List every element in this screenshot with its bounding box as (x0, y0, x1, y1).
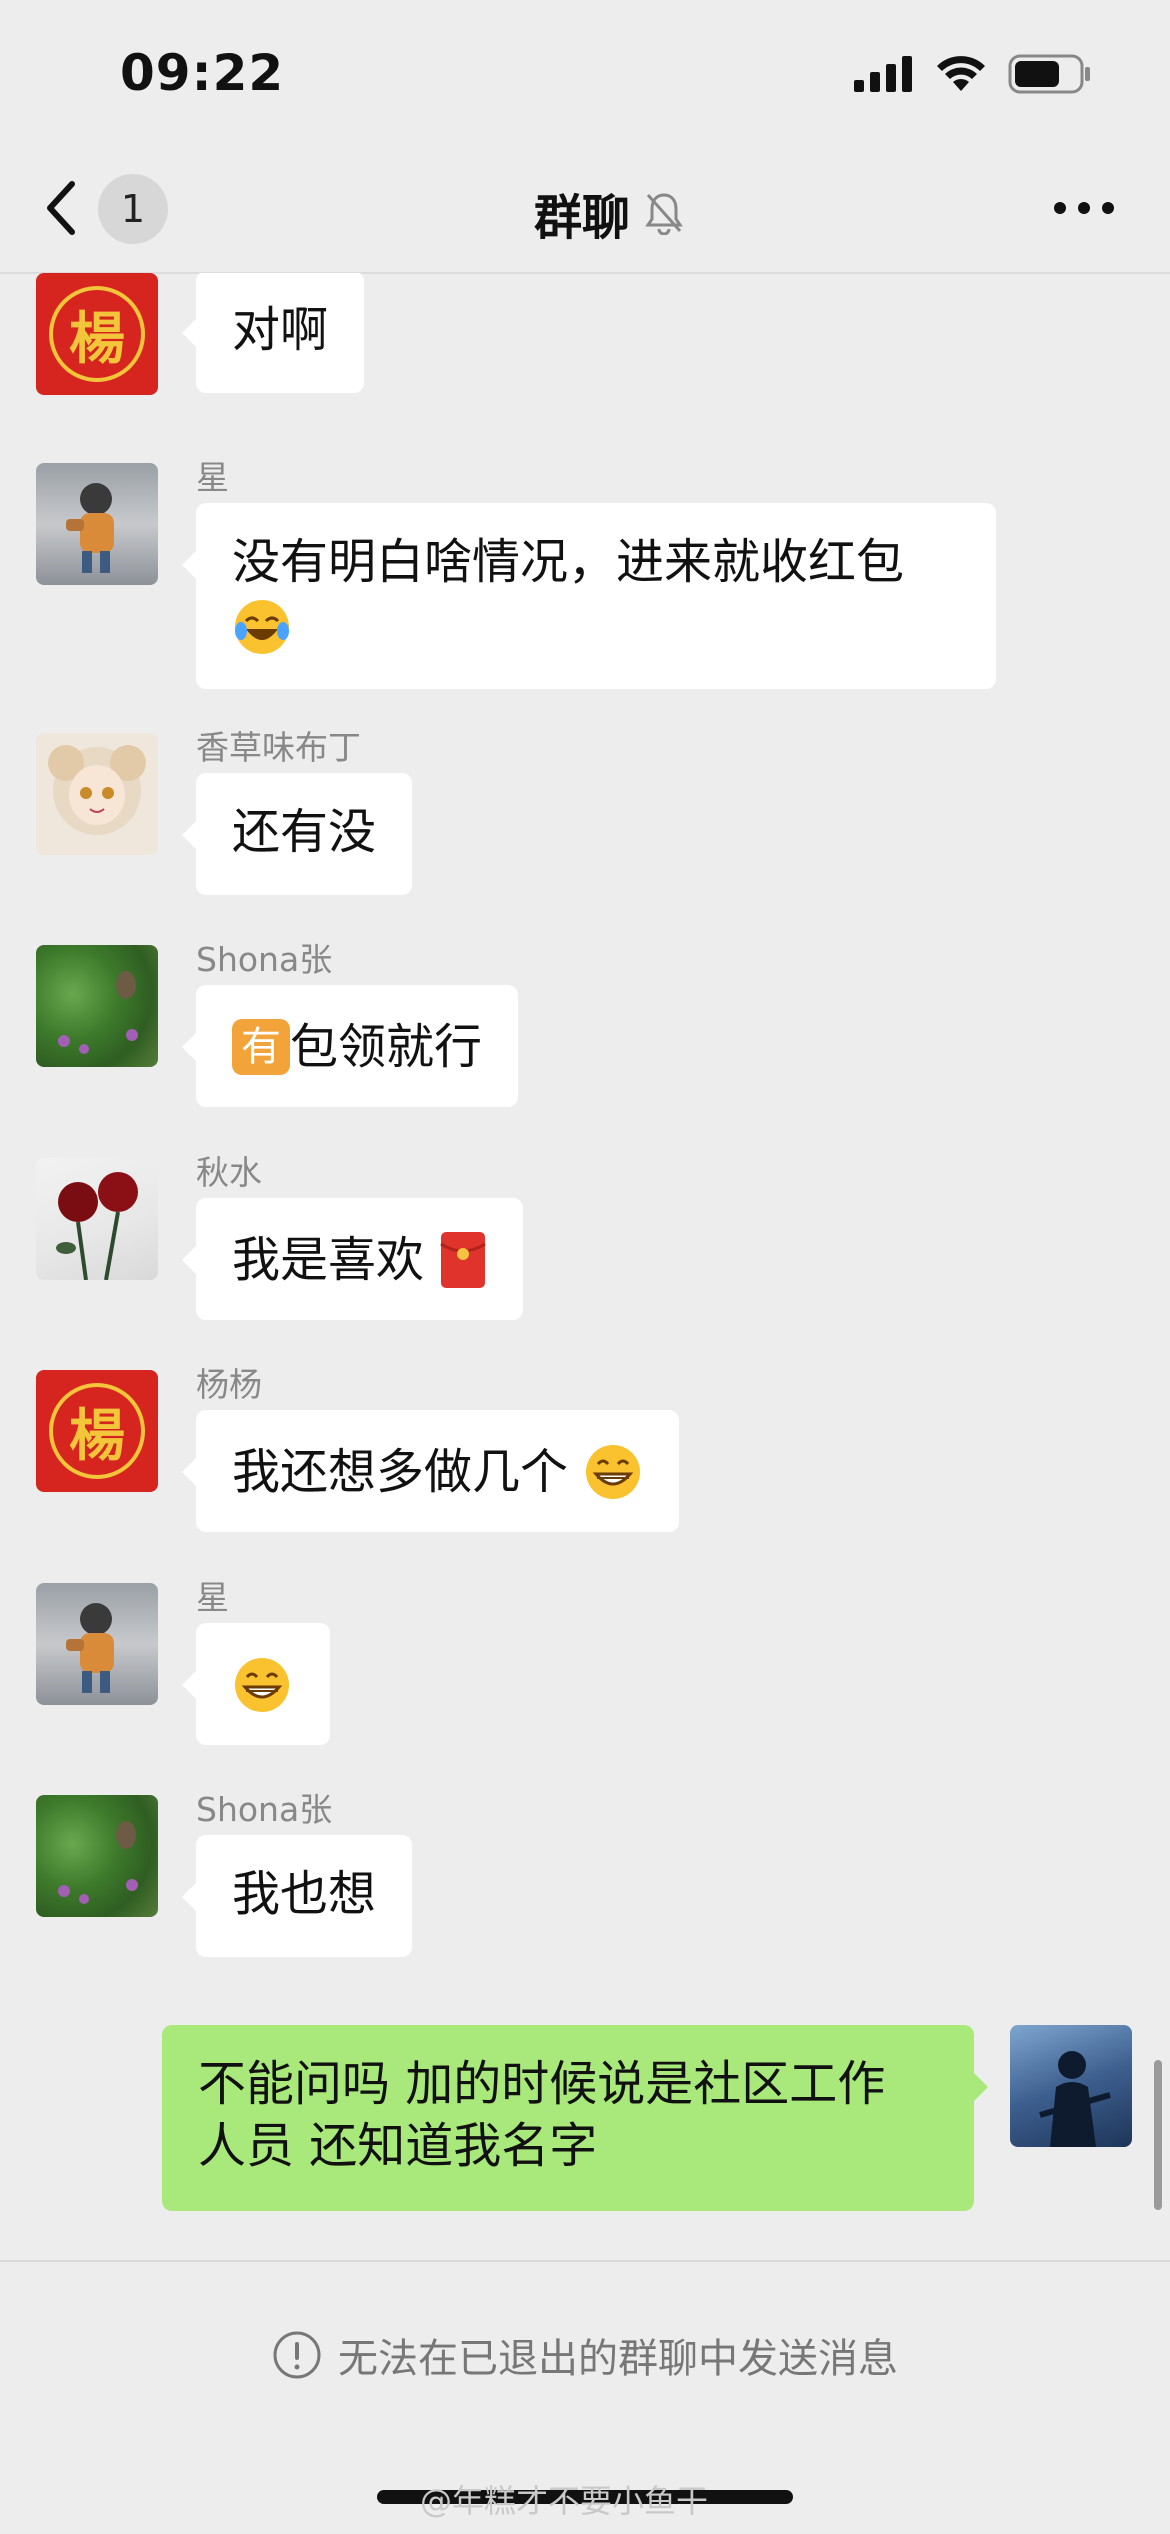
laughing-tears-emoji (235, 600, 289, 654)
message-text: 还有没 (232, 804, 377, 860)
message-text: 我还想多做几个 (232, 1444, 569, 1500)
status-bar: 09:22 (0, 0, 1170, 150)
sender-name: 星 (196, 1578, 229, 1617)
sender-name: 香草味布丁 (196, 728, 361, 767)
avatar[interactable]: 楊 (36, 273, 158, 395)
avatar[interactable] (36, 733, 158, 855)
title-wrap: 群聊 (534, 178, 684, 248)
message-bubble[interactable]: 还有没 (181, 773, 413, 895)
chat-title: 群聊 (534, 190, 631, 246)
message-bubble[interactable]: 我还想多做几个 (181, 1410, 680, 1532)
avatar-seal-char: 楊 (69, 1403, 125, 1469)
battery-icon (1008, 54, 1090, 94)
avatar-seal-char: 楊 (69, 306, 125, 372)
nav-bar: 1 群聊 (0, 150, 1170, 274)
avatar[interactable] (36, 1795, 158, 1917)
avatar[interactable] (36, 463, 158, 585)
mute-bell-icon (645, 193, 683, 235)
sender-name: 秋水 (196, 1153, 262, 1192)
avatar[interactable]: 楊 (36, 1370, 158, 1492)
message-bubble[interactable]: 我是喜欢 (181, 1198, 524, 1320)
message-list[interactable]: 楊 杨杨 对啊 星 没有明白啥情况，进来就收红包 (0, 273, 1170, 2259)
red-envelope-emoji (440, 1232, 487, 1288)
message-bubble[interactable]: 有包领就行 (181, 985, 519, 1107)
avatar[interactable] (36, 945, 158, 1067)
status-time: 09:22 (120, 44, 285, 102)
more-dots-icon[interactable] (1054, 202, 1114, 214)
message-bubble[interactable]: 没有明白啥情况，进来就收红包 (182, 503, 996, 689)
message-bubble-own[interactable]: 不能问吗 加的时候说是社区工作 人员 还知道我名字 (162, 2025, 988, 2211)
sender-name: 杨杨 (196, 1365, 262, 1404)
bottom-area: 无法在已退出的群聊中发送消息 @年糕才不要小鱼干 (0, 2260, 1170, 2534)
sender-name: 星 (196, 458, 229, 497)
message-text: 我也想 (232, 1866, 377, 1922)
message-text: 包领就行 (290, 1019, 483, 1075)
message-text: 没有明白啥情况，进来就收红包 (232, 534, 905, 590)
status-icons (854, 54, 1092, 94)
message-bubble[interactable]: 对啊 (181, 273, 365, 393)
notice-text: 无法在已退出的群聊中发送消息 (338, 2336, 898, 2382)
scrollbar[interactable] (1154, 2060, 1162, 2210)
message-text: 人员 还知道我名字 (198, 2118, 598, 2174)
avatar[interactable] (36, 1583, 158, 1705)
watermark: @年糕才不要小鱼干 (420, 2482, 709, 2520)
sender-name: Shona张 (196, 940, 333, 979)
message-text: 对啊 (232, 302, 329, 358)
message-bubble[interactable]: 我也想 (181, 1835, 413, 1957)
info-icon (273, 2331, 321, 2379)
avatar-self[interactable] (1010, 2025, 1132, 2147)
grinning-emoji (235, 1658, 289, 1712)
sender-name: Shona张 (196, 1790, 333, 1829)
message-bubble[interactable] (182, 1623, 330, 1745)
avatar[interactable] (36, 1158, 158, 1280)
back-arrow-icon[interactable] (42, 178, 82, 238)
wifi-icon (937, 56, 985, 91)
message-text: 我是喜欢 (232, 1232, 425, 1288)
message-text: 不能问吗 加的时候说是社区工作 (198, 2056, 886, 2112)
you-badge-emoji: 有 (232, 1019, 290, 1075)
exited-group-notice: 无法在已退出的群聊中发送消息 (0, 2326, 1170, 2384)
grinning-emoji (586, 1445, 641, 1499)
signal-icon (854, 56, 912, 92)
unread-count-badge[interactable]: 1 (98, 174, 168, 244)
